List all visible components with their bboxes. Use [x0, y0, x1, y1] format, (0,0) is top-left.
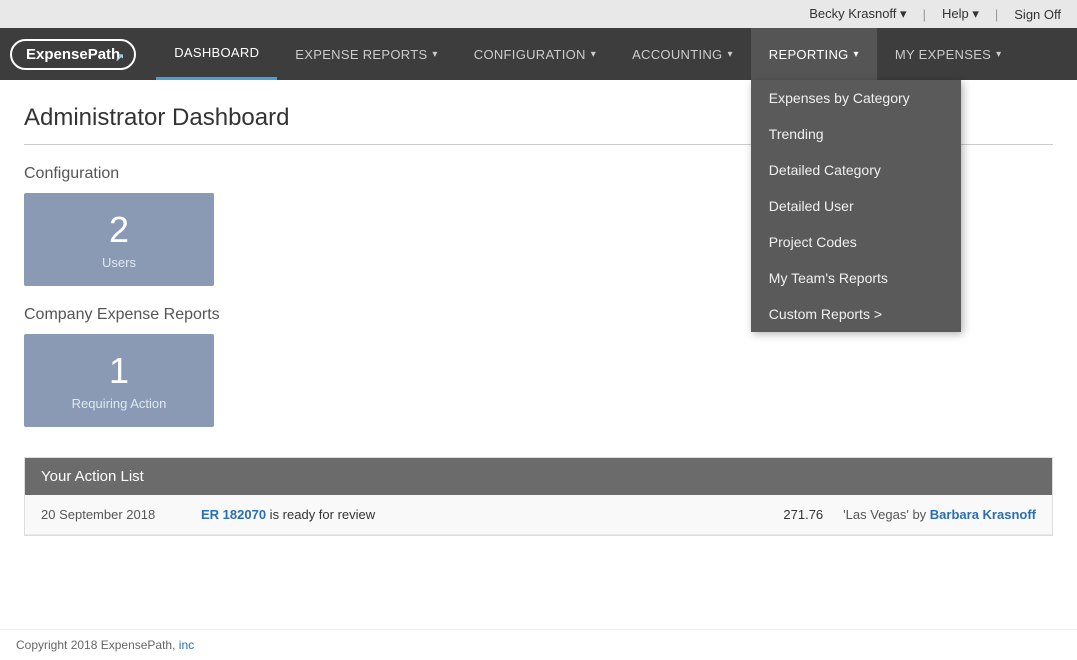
dropdown-item-detailed-user[interactable]: Detailed User — [751, 188, 961, 224]
user-menu[interactable]: Becky Krasnoff ▾ — [809, 6, 906, 22]
nav-item-accounting[interactable]: ACCOUNTING ▾ — [614, 28, 751, 80]
nav-item-reporting-wrapper: REPORTING ▾ Expenses by Category Trendin… — [751, 28, 877, 80]
users-stat-card: 2 Users — [24, 193, 214, 286]
footer: Copyright 2018 ExpensePath, inc — [0, 629, 1077, 660]
action-er-text: ER 182070 is ready for review — [201, 507, 743, 522]
dropdown-item-trending[interactable]: Trending — [751, 116, 961, 152]
nav-expense-label: EXPENSE REPORTS — [295, 47, 427, 62]
action-note-person: Barbara Krasnoff — [930, 507, 1036, 522]
action-amount: 271.76 — [763, 507, 823, 522]
action-note-prefix: 'Las Vegas' by — [843, 507, 930, 522]
help-menu[interactable]: Help ▾ — [942, 6, 979, 22]
help-caret-icon: ▾ — [972, 6, 979, 21]
nav-items: DASHBOARD EXPENSE REPORTS ▾ CONFIGURATIO… — [156, 28, 1019, 80]
requiring-action-stat-label: Requiring Action — [40, 396, 198, 411]
footer-text: Copyright 2018 ExpensePath, — [16, 638, 179, 652]
separator: | — [923, 7, 926, 22]
dropdown-item-project-codes[interactable]: Project Codes — [751, 224, 961, 260]
action-list: Your Action List 20 September 2018 ER 18… — [24, 457, 1053, 536]
username-label: Becky Krasnoff — [809, 6, 896, 21]
requiring-action-stat-card: 1 Requiring Action — [24, 334, 214, 427]
top-bar: Becky Krasnoff ▾ | Help ▾ | Sign Off — [0, 0, 1077, 28]
expense-caret-icon: ▾ — [432, 49, 437, 60]
dropdown-item-custom-reports[interactable]: Custom Reports > — [751, 296, 961, 332]
nav-config-label: CONFIGURATION — [474, 47, 586, 62]
nav-item-reporting[interactable]: REPORTING ▾ — [751, 28, 877, 80]
users-stat-label: Users — [40, 255, 198, 270]
help-label: Help — [942, 6, 969, 21]
logo-text: ExpensePath — [26, 46, 120, 63]
dropdown-item-expenses-by-category[interactable]: Expenses by Category — [751, 80, 961, 116]
requiring-action-stat-number: 1 — [40, 350, 198, 392]
accounting-caret-icon: ▾ — [727, 49, 732, 60]
action-note: 'Las Vegas' by Barbara Krasnoff — [843, 507, 1036, 522]
signoff-link[interactable]: Sign Off — [1014, 7, 1061, 22]
nav-dashboard-label: DASHBOARD — [174, 45, 259, 60]
action-date: 20 September 2018 — [41, 507, 181, 522]
footer-link[interactable]: inc — [179, 638, 194, 652]
nav-item-my-expenses[interactable]: MY EXPENSES ▾ — [877, 28, 1020, 80]
my-expenses-caret-icon: ▾ — [996, 49, 1001, 60]
nav-accounting-label: ACCOUNTING — [632, 47, 722, 62]
nav-my-expenses-label: MY EXPENSES — [895, 47, 991, 62]
nav-item-dashboard[interactable]: DASHBOARD — [156, 28, 277, 80]
nav-reporting-label: REPORTING — [769, 47, 849, 62]
separator2: | — [995, 7, 998, 22]
logo[interactable]: ExpensePath ↗ — [10, 39, 136, 70]
action-er-number: ER 182070 — [201, 507, 266, 522]
config-caret-icon: ▾ — [591, 49, 596, 60]
table-row: 20 September 2018 ER 182070 is ready for… — [25, 495, 1052, 535]
navbar: ExpensePath ↗ DASHBOARD EXPENSE REPORTS … — [0, 28, 1077, 80]
nav-item-expense-reports[interactable]: EXPENSE REPORTS ▾ — [277, 28, 455, 80]
dropdown-item-my-teams-reports[interactable]: My Team's Reports — [751, 260, 961, 296]
action-er-suffix: is ready for review — [266, 507, 375, 522]
reporting-caret-icon: ▾ — [854, 49, 859, 60]
reporting-dropdown: Expenses by Category Trending Detailed C… — [751, 80, 961, 332]
users-stat-number: 2 — [40, 209, 198, 251]
nav-item-configuration[interactable]: CONFIGURATION ▾ — [456, 28, 614, 80]
user-caret-icon: ▾ — [900, 6, 907, 21]
action-list-header: Your Action List — [25, 458, 1052, 495]
dropdown-item-detailed-category[interactable]: Detailed Category — [751, 152, 961, 188]
